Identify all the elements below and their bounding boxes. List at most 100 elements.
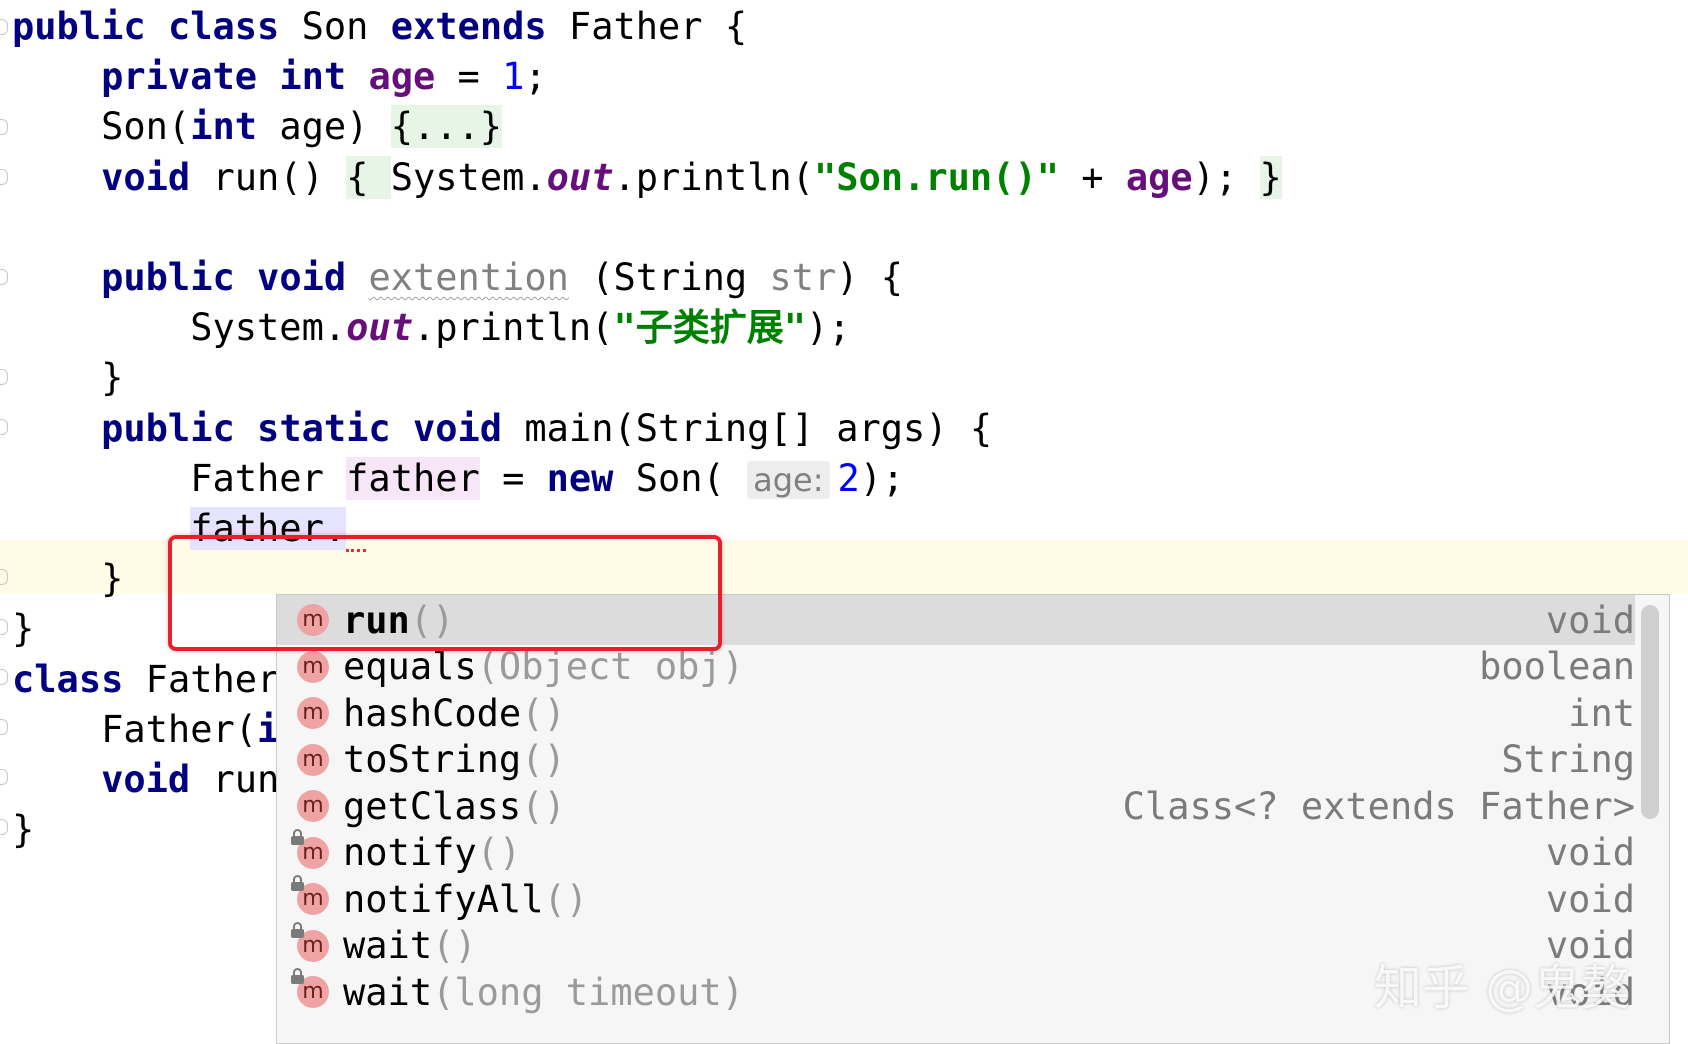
fold-marker-icon[interactable] bbox=[0, 269, 8, 285]
completion-item[interactable]: m wait (long timeout) void bbox=[277, 967, 1635, 1017]
code-token: father bbox=[190, 507, 324, 550]
completion-item-params: () bbox=[409, 598, 455, 642]
lock-icon bbox=[291, 968, 305, 984]
completion-item-params: () bbox=[432, 924, 477, 967]
completion-item[interactable]: m notifyAll() void bbox=[277, 874, 1635, 924]
code-completion-popup[interactable]: m run() void m equals (Object obj) boolean m has… bbox=[276, 594, 1670, 1044]
code-token: = bbox=[435, 55, 503, 99]
completion-item[interactable]: m wait() void bbox=[277, 921, 1635, 971]
code-token: System. bbox=[390, 155, 547, 199]
lock-icon bbox=[291, 828, 305, 845]
method-icon: m bbox=[297, 650, 329, 683]
code-token: ; bbox=[524, 55, 547, 99]
code-line[interactable]: Father father = new Son( age: 2); bbox=[12, 452, 904, 506]
code-line[interactable]: class Father bbox=[12, 653, 279, 707]
code-token: class bbox=[167, 5, 280, 48]
popup-scrollbar[interactable] bbox=[1639, 595, 1661, 1043]
code-token: void bbox=[101, 155, 191, 199]
code-token: { bbox=[346, 155, 391, 199]
code-token: {...} bbox=[390, 105, 503, 149]
code-token: int bbox=[190, 105, 258, 149]
fold-marker-icon[interactable] bbox=[0, 419, 8, 435]
code-token: = bbox=[479, 456, 547, 500]
fold-marker-icon[interactable] bbox=[0, 669, 8, 685]
code-token: public bbox=[101, 256, 235, 299]
fold-marker-icon[interactable] bbox=[0, 119, 8, 135]
method-icon: m bbox=[291, 875, 329, 915]
code-line[interactable]: public void extention (String str) { bbox=[12, 251, 903, 305]
code-line[interactable]: void run() { System.out.println("Son.run… bbox=[12, 151, 1282, 205]
code-line[interactable]: public class Son extends Father { bbox=[12, 0, 747, 54]
completion-item-name: equals bbox=[343, 645, 477, 688]
code-token: public bbox=[101, 406, 235, 450]
method-icon-letter: m bbox=[302, 979, 324, 1004]
code-token: } bbox=[12, 808, 35, 852]
code-token: ); bbox=[859, 456, 905, 500]
completion-item[interactable]: m toString() String bbox=[277, 735, 1635, 785]
fold-marker-icon[interactable] bbox=[0, 569, 8, 585]
completion-item-type: void bbox=[1545, 831, 1635, 874]
completion-item-params: () bbox=[521, 691, 566, 735]
completion-item[interactable]: m hashCode() int bbox=[277, 688, 1635, 738]
code-token: .println( bbox=[613, 155, 814, 199]
lock-icon bbox=[291, 875, 305, 891]
code-token: Father bbox=[12, 456, 347, 500]
method-icon: m bbox=[291, 921, 329, 962]
completion-item-params: () bbox=[521, 784, 566, 828]
code-token: main(String[] args) { bbox=[502, 406, 993, 450]
code-token: Son bbox=[279, 5, 391, 48]
completion-item-params: () bbox=[521, 738, 566, 781]
parameter-hint: age: bbox=[747, 460, 830, 499]
completion-item-params: (Object obj) bbox=[476, 645, 744, 688]
completion-item[interactable]: m equals (Object obj) boolean bbox=[277, 642, 1635, 692]
code-token: extention bbox=[368, 256, 569, 299]
code-line[interactable]: } bbox=[12, 552, 123, 606]
code-line[interactable]: System.out.println("子类扩展"); bbox=[12, 301, 850, 355]
code-line[interactable]: public static void main(String[] args) { bbox=[12, 402, 992, 456]
popup-scrollbar-thumb[interactable] bbox=[1641, 605, 1659, 819]
code-token: Son( bbox=[12, 105, 191, 149]
completion-item-params: () bbox=[476, 831, 522, 874]
fold-marker-icon[interactable] bbox=[0, 819, 8, 835]
code-line[interactable]: } bbox=[12, 602, 34, 656]
code-line[interactable]: father. bbox=[12, 502, 367, 556]
fold-marker-icon[interactable] bbox=[0, 169, 8, 185]
fold-marker-icon[interactable] bbox=[0, 19, 8, 35]
code-line[interactable]: void run bbox=[12, 753, 279, 807]
method-icon-letter: m bbox=[302, 886, 324, 911]
code-token: .println( bbox=[412, 306, 614, 350]
completion-item-type: boolean bbox=[1479, 645, 1635, 688]
code-token: void bbox=[101, 758, 191, 801]
code-line[interactable]: } bbox=[12, 351, 123, 405]
code-token: Father( bbox=[12, 707, 258, 751]
code-token: 1 bbox=[502, 55, 525, 99]
fold-marker-icon[interactable] bbox=[0, 769, 8, 785]
fold-marker-icon[interactable] bbox=[0, 719, 8, 735]
code-line[interactable]: } bbox=[12, 803, 34, 857]
code-token: new bbox=[546, 456, 614, 500]
completion-item-type: void bbox=[1545, 970, 1635, 1014]
completion-item-type: void bbox=[1545, 598, 1635, 642]
completion-item[interactable]: m getClass() Class<? extends Father> bbox=[277, 781, 1635, 831]
code-token: run bbox=[190, 758, 280, 801]
code-line[interactable]: Son(int age) {...} bbox=[12, 100, 503, 154]
code-token: } bbox=[12, 557, 124, 601]
completion-item[interactable]: m run() void bbox=[277, 595, 1635, 645]
fold-marker-icon[interactable] bbox=[0, 369, 8, 385]
method-icon-letter: m bbox=[302, 746, 324, 772]
code-token: class bbox=[12, 657, 124, 701]
code-line[interactable]: private int age = 1; bbox=[12, 50, 547, 104]
completion-item[interactable]: m notify() void bbox=[277, 828, 1635, 878]
fold-marker-icon[interactable] bbox=[0, 619, 8, 635]
code-line[interactable]: Father(i bbox=[12, 703, 279, 757]
code-token: age) bbox=[257, 105, 391, 149]
method-icon: m bbox=[297, 697, 329, 729]
